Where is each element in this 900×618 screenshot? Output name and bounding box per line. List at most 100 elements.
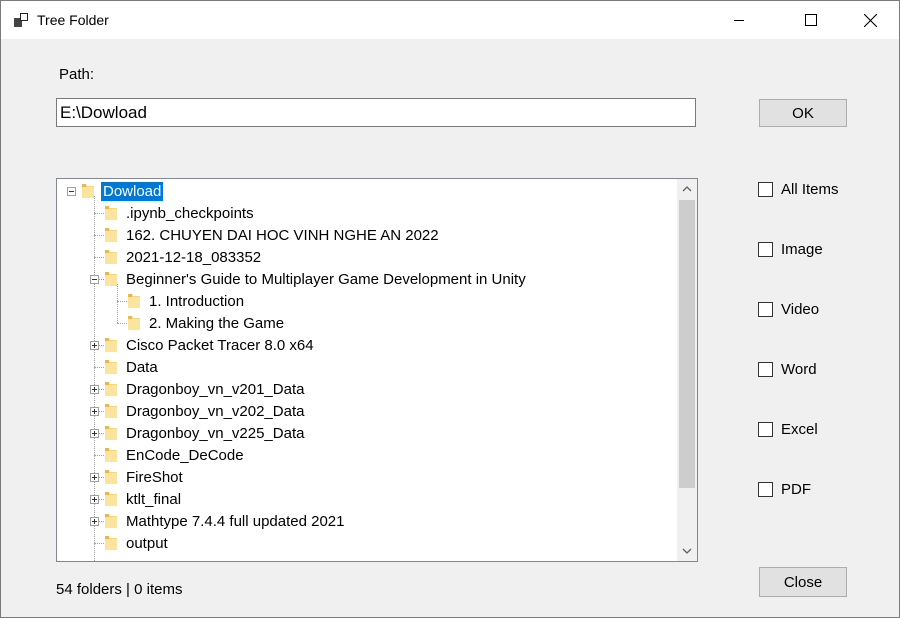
tree-connector <box>94 235 104 236</box>
tree-node[interactable]: .ipynb_checkpoints <box>104 202 256 224</box>
tree-connector <box>94 213 104 214</box>
folder-icon <box>105 272 117 286</box>
minimize-button[interactable] <box>716 1 762 39</box>
path-input[interactable] <box>56 98 696 127</box>
tree-node[interactable]: EnCode_DeCode <box>104 444 246 466</box>
title-bar[interactable]: Tree Folder <box>1 1 899 39</box>
filter-all-items-checkbox[interactable]: All Items <box>758 179 839 199</box>
checkbox-box[interactable] <box>758 481 773 497</box>
close-window-button[interactable] <box>847 1 893 39</box>
tree-node-label: Cisco Packet Tracer 8.0 x64 <box>126 336 314 354</box>
folder-icon <box>105 426 117 440</box>
tree-scrollbar[interactable] <box>677 179 697 561</box>
folder-icon <box>105 250 117 264</box>
tree-node-label: Beginner's Guide to Multiplayer Game Dev… <box>126 270 526 288</box>
window-title: Tree Folder <box>37 12 109 28</box>
filter-word-checkbox[interactable]: Word <box>758 359 817 379</box>
folder-icon <box>105 206 117 220</box>
tree-node[interactable]: Dragonboy_vn_v225_Data <box>104 422 306 444</box>
chevron-down-icon <box>682 548 692 554</box>
folder-icon <box>105 228 117 242</box>
filter-image-checkbox[interactable]: Image <box>758 239 823 259</box>
tree-node[interactable]: ktlt_final <box>104 488 183 510</box>
path-label: Path: <box>59 66 95 83</box>
checkbox-label: Word <box>781 360 817 378</box>
app-icon <box>14 13 28 27</box>
scroll-thumb[interactable] <box>679 200 695 488</box>
filter-excel-checkbox[interactable]: Excel <box>758 419 818 439</box>
tree-node[interactable]: 162. CHUYEN DAI HOC VINH NGHE AN 2022 <box>104 224 441 246</box>
tree-node-label: output <box>126 534 168 552</box>
tree-node-label: Data <box>126 358 158 376</box>
ok-button[interactable]: OK <box>759 99 847 127</box>
scroll-up-button[interactable] <box>677 179 697 199</box>
tree-connector <box>117 323 127 324</box>
tree-node[interactable]: Data <box>104 356 160 378</box>
folder-icon <box>105 382 117 396</box>
filter-pdf-checkbox[interactable]: PDF <box>758 479 811 499</box>
checkbox-box[interactable] <box>758 421 773 437</box>
tree-node[interactable]: Dragonboy_vn_v202_Data <box>104 400 306 422</box>
minimize-icon <box>734 20 744 21</box>
checkbox-box[interactable] <box>758 181 773 197</box>
ok-button-label: OK <box>792 104 814 122</box>
folder-icon <box>105 448 117 462</box>
tree-folder-window: Tree Folder Path: OK Dowload .ipynb_check… <box>0 0 900 618</box>
tree-node-label: ktlt_final <box>126 490 182 508</box>
checkbox-box[interactable] <box>758 361 773 377</box>
scroll-down-button[interactable] <box>677 541 697 561</box>
tree-node[interactable]: Beginner's Guide to Multiplayer Game Dev… <box>104 268 528 290</box>
checkbox-label: Excel <box>781 420 818 438</box>
close-button-label: Close <box>783 573 823 591</box>
tree-node[interactable]: FireShot <box>104 466 185 488</box>
tree-node[interactable]: Cisco Packet Tracer 8.0 x64 <box>104 334 316 356</box>
folder-icon <box>82 184 94 198</box>
checkbox-label: Video <box>781 300 820 318</box>
checkbox-box[interactable] <box>758 301 773 317</box>
expand-icon[interactable] <box>90 341 99 350</box>
close-button[interactable]: Close <box>759 567 847 597</box>
folder-icon <box>105 470 117 484</box>
maximize-icon <box>805 14 817 26</box>
tree-node-label: EnCode_DeCode <box>126 446 244 464</box>
tree-node-label: 2021-12-18_083352 <box>126 248 262 266</box>
tree-node[interactable]: Mathtype 7.4.4 full updated 2021 <box>104 510 347 532</box>
chevron-up-icon <box>682 186 692 192</box>
collapse-icon[interactable] <box>90 275 99 284</box>
tree-node[interactable]: Dragonboy_vn_v201_Data <box>104 378 306 400</box>
tree-node-label: Dowload <box>101 181 164 201</box>
tree-node-label: 162. CHUYEN DAI HOC VINH NGHE AN 2022 <box>126 226 439 244</box>
folder-icon <box>105 492 117 506</box>
tree-node-label: .ipynb_checkpoints <box>126 204 254 222</box>
expand-icon[interactable] <box>90 407 99 416</box>
expand-icon[interactable] <box>90 473 99 482</box>
tree-node-label: Mathtype 7.4.4 full updated 2021 <box>126 512 345 530</box>
filter-video-checkbox[interactable]: Video <box>758 299 819 319</box>
tree-node[interactable]: 1. Introduction <box>127 290 246 312</box>
folder-tree[interactable]: Dowload .ipynb_checkpoints 162. CHUYEN DAI… <box>56 178 698 562</box>
collapse-icon[interactable] <box>67 187 76 196</box>
close-icon <box>863 13 877 27</box>
expand-icon[interactable] <box>90 495 99 504</box>
folder-icon <box>128 316 140 330</box>
expand-icon[interactable] <box>90 385 99 394</box>
tree-node[interactable]: output <box>104 532 170 554</box>
folder-icon <box>105 404 117 418</box>
status-text: 54 folders | 0 items <box>56 581 183 598</box>
expand-icon[interactable] <box>90 429 99 438</box>
tree-connector <box>117 301 127 302</box>
tree-root-node[interactable]: Dowload <box>81 180 164 202</box>
tree-connector <box>94 543 104 544</box>
folder-icon <box>105 360 117 374</box>
folder-icon <box>105 338 117 352</box>
tree-node[interactable]: 2. Making the Game <box>127 312 286 334</box>
checkbox-label: Image <box>781 240 823 258</box>
tree-node-label: Dragonboy_vn_v225_Data <box>126 424 305 442</box>
tree-guide-line <box>94 196 95 561</box>
folder-icon <box>128 294 140 308</box>
tree-node[interactable]: 2021-12-18_083352 <box>104 246 263 268</box>
tree-connector <box>94 367 104 368</box>
checkbox-box[interactable] <box>758 241 773 257</box>
maximize-button[interactable] <box>788 1 834 39</box>
expand-icon[interactable] <box>90 517 99 526</box>
